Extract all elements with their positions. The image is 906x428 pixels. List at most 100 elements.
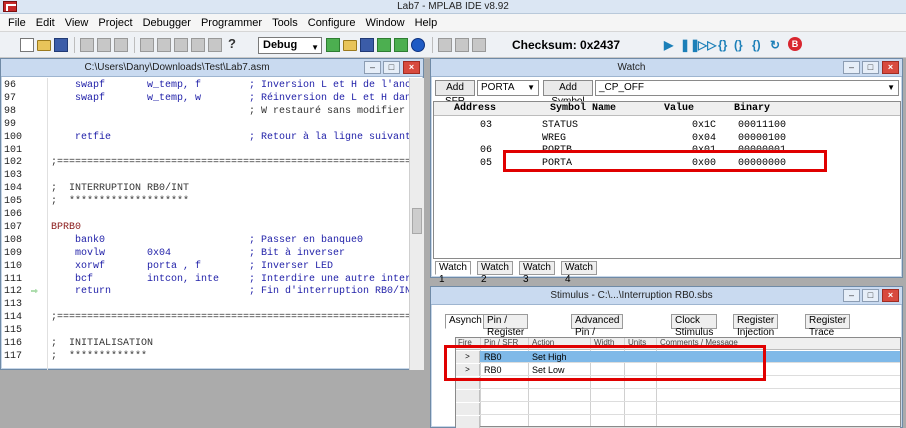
col-address[interactable]: Address: [454, 103, 496, 114]
code-line[interactable]: 96 swapf w_temp, f ; Inversion L et H de…: [1, 80, 409, 92]
menu-edit[interactable]: Edit: [31, 17, 60, 29]
menu-configure[interactable]: Configure: [303, 17, 361, 29]
new-file-icon[interactable]: [20, 38, 34, 52]
menu-tools[interactable]: Tools: [267, 17, 303, 29]
step-out-icon[interactable]: {): [752, 38, 761, 52]
tab-pin-register-actions[interactable]: Pin / Register Actions: [483, 314, 529, 350]
minimize-icon[interactable]: –: [843, 61, 860, 74]
tab-register-injection[interactable]: Register Injection: [733, 314, 779, 338]
tab-watch-4[interactable]: Watch 4: [561, 261, 597, 285]
code-line[interactable]: 109 movlw 0x04 ; Bit à inverser: [1, 248, 409, 260]
run-icon[interactable]: ▶: [664, 38, 673, 52]
code-line[interactable]: 108 bank0 ; Passer en banque0: [1, 235, 409, 247]
code-line[interactable]: 111 bcf intcon, inte ; Interdire une aut…: [1, 274, 409, 286]
open-folder-icon[interactable]: [37, 40, 51, 51]
code-text: bcf intcon, inte ; Interdire une autre i…: [75, 273, 409, 285]
make-project-icon[interactable]: [326, 38, 340, 52]
code-text: xorwf porta , f ; Inverser LED: [51, 260, 334, 272]
tab-clock-stimulus[interactable]: Clock Stimulus: [671, 314, 718, 338]
find-in-files-icon[interactable]: [174, 38, 188, 52]
info-icon[interactable]: [411, 38, 425, 52]
build-config-select[interactable]: Debug ▼: [258, 37, 322, 54]
code-line[interactable]: 106: [1, 209, 409, 221]
tab-asynch[interactable]: Asynch: [445, 314, 486, 329]
menu-debugger[interactable]: Debugger: [138, 17, 196, 29]
help-question-icon[interactable]: ?: [228, 36, 242, 51]
save-icon[interactable]: [54, 38, 68, 52]
print-icon[interactable]: [140, 38, 154, 52]
close-icon[interactable]: ×: [882, 289, 899, 302]
col-value[interactable]: Value: [664, 103, 694, 114]
stimulus-empty-row[interactable]: [456, 403, 900, 415]
watch-row[interactable]: WREG 0x04 00000100: [434, 133, 900, 145]
code-line[interactable]: 116 ; INITIALISATION: [1, 338, 409, 350]
line-number: 99: [4, 118, 17, 130]
code-line[interactable]: 103: [1, 170, 409, 182]
tab-watch-2[interactable]: Watch 2: [477, 261, 513, 285]
col-symbol-name[interactable]: Symbol Name: [550, 103, 616, 114]
tab-watch-1[interactable]: Watch 1: [435, 261, 471, 285]
tab-advanced-pin-register[interactable]: Advanced Pin / Register: [571, 314, 624, 350]
stimulus-empty-row[interactable]: [456, 390, 900, 402]
code-line[interactable]: 104 ; INTERRUPTION RB0/INT: [1, 183, 409, 195]
code-line[interactable]: 114 ;====================================…: [1, 312, 409, 324]
code-line[interactable]: 97 swapf w_temp, w ; Réinversion de L et…: [1, 93, 409, 105]
editor-scrollbar[interactable]: [409, 78, 424, 370]
code-line[interactable]: 115: [1, 325, 409, 337]
menu-help[interactable]: Help: [410, 17, 443, 29]
tab-register-trace[interactable]: Register Trace: [805, 314, 851, 338]
animate-icon[interactable]: ▷▷: [698, 38, 716, 52]
menu-project[interactable]: Project: [93, 17, 137, 29]
open-project-icon[interactable]: [343, 40, 357, 51]
menu-view[interactable]: View: [60, 17, 94, 29]
code-editor[interactable]: 96 swapf w_temp, f ; Inversion L et H de…: [1, 78, 409, 370]
add-sfr-button[interactable]: Add SFR: [435, 80, 475, 107]
code-line[interactable]: 113: [1, 299, 409, 311]
tab-watch-3[interactable]: Watch 3: [519, 261, 555, 285]
maximize-icon[interactable]: □: [383, 61, 400, 74]
step-over-icon[interactable]: (}: [734, 38, 743, 52]
symbol-select[interactable]: _CP_OFF ▼: [595, 80, 899, 96]
code-line[interactable]: 110 xorwf porta , f ; Inverser LED: [1, 261, 409, 273]
close-icon[interactable]: ×: [403, 61, 420, 74]
code-line[interactable]: 107 BPRB0: [1, 222, 409, 234]
bookmark-icon[interactable]: [191, 38, 205, 52]
rebuild-icon[interactable]: [394, 38, 408, 52]
copy-icon[interactable]: [97, 38, 111, 52]
editor-scroll-thumb[interactable]: [412, 208, 422, 234]
minimize-icon[interactable]: –: [843, 289, 860, 302]
code-line[interactable]: 100 retfie ; Retour à la ligne suivant l…: [1, 132, 409, 144]
menu-file[interactable]: File: [3, 17, 31, 29]
col-binary[interactable]: Binary: [734, 103, 770, 114]
maximize-icon[interactable]: □: [862, 289, 879, 302]
code-line[interactable]: 112 ⇨ return ; Fin d'interruption RB0/INT: [1, 286, 409, 298]
add-symbol-button[interactable]: Add Symbol: [543, 80, 593, 107]
memory-view-icon[interactable]: [438, 38, 452, 52]
reset-icon[interactable]: B: [788, 37, 802, 51]
code-line[interactable]: 99: [1, 119, 409, 131]
stopwatch-icon[interactable]: [472, 38, 486, 52]
menu-window[interactable]: Window: [360, 17, 409, 29]
code-line[interactable]: 117 ; *************: [1, 351, 409, 363]
code-line[interactable]: 98 ; W restauré sans modifier status: [1, 106, 409, 118]
watch-row[interactable]: 03 STATUS 0x1C 00011100: [434, 120, 900, 132]
save-workspace-icon[interactable]: [360, 38, 374, 52]
code-line[interactable]: 105 ; ********************: [1, 196, 409, 208]
minimize-icon[interactable]: –: [364, 61, 381, 74]
find-icon[interactable]: [157, 38, 171, 52]
build-all-icon[interactable]: [377, 38, 391, 52]
paste-icon[interactable]: [114, 38, 128, 52]
code-line[interactable]: 102 ;====================================…: [1, 157, 409, 169]
reset-step-icon[interactable]: ↻: [770, 38, 780, 52]
next-bookmark-icon[interactable]: [208, 38, 222, 52]
maximize-icon[interactable]: □: [862, 61, 879, 74]
sfr-select[interactable]: PORTA ▼: [477, 80, 539, 96]
cut-icon[interactable]: [80, 38, 94, 52]
stimulus-empty-row[interactable]: [456, 416, 900, 428]
close-icon[interactable]: ×: [882, 61, 899, 74]
menu-programmer[interactable]: Programmer: [196, 17, 267, 29]
code-line[interactable]: 101: [1, 145, 409, 157]
fire-cell: [456, 403, 480, 415]
step-into-icon[interactable]: {}: [718, 38, 727, 52]
disassembly-view-icon[interactable]: [455, 38, 469, 52]
